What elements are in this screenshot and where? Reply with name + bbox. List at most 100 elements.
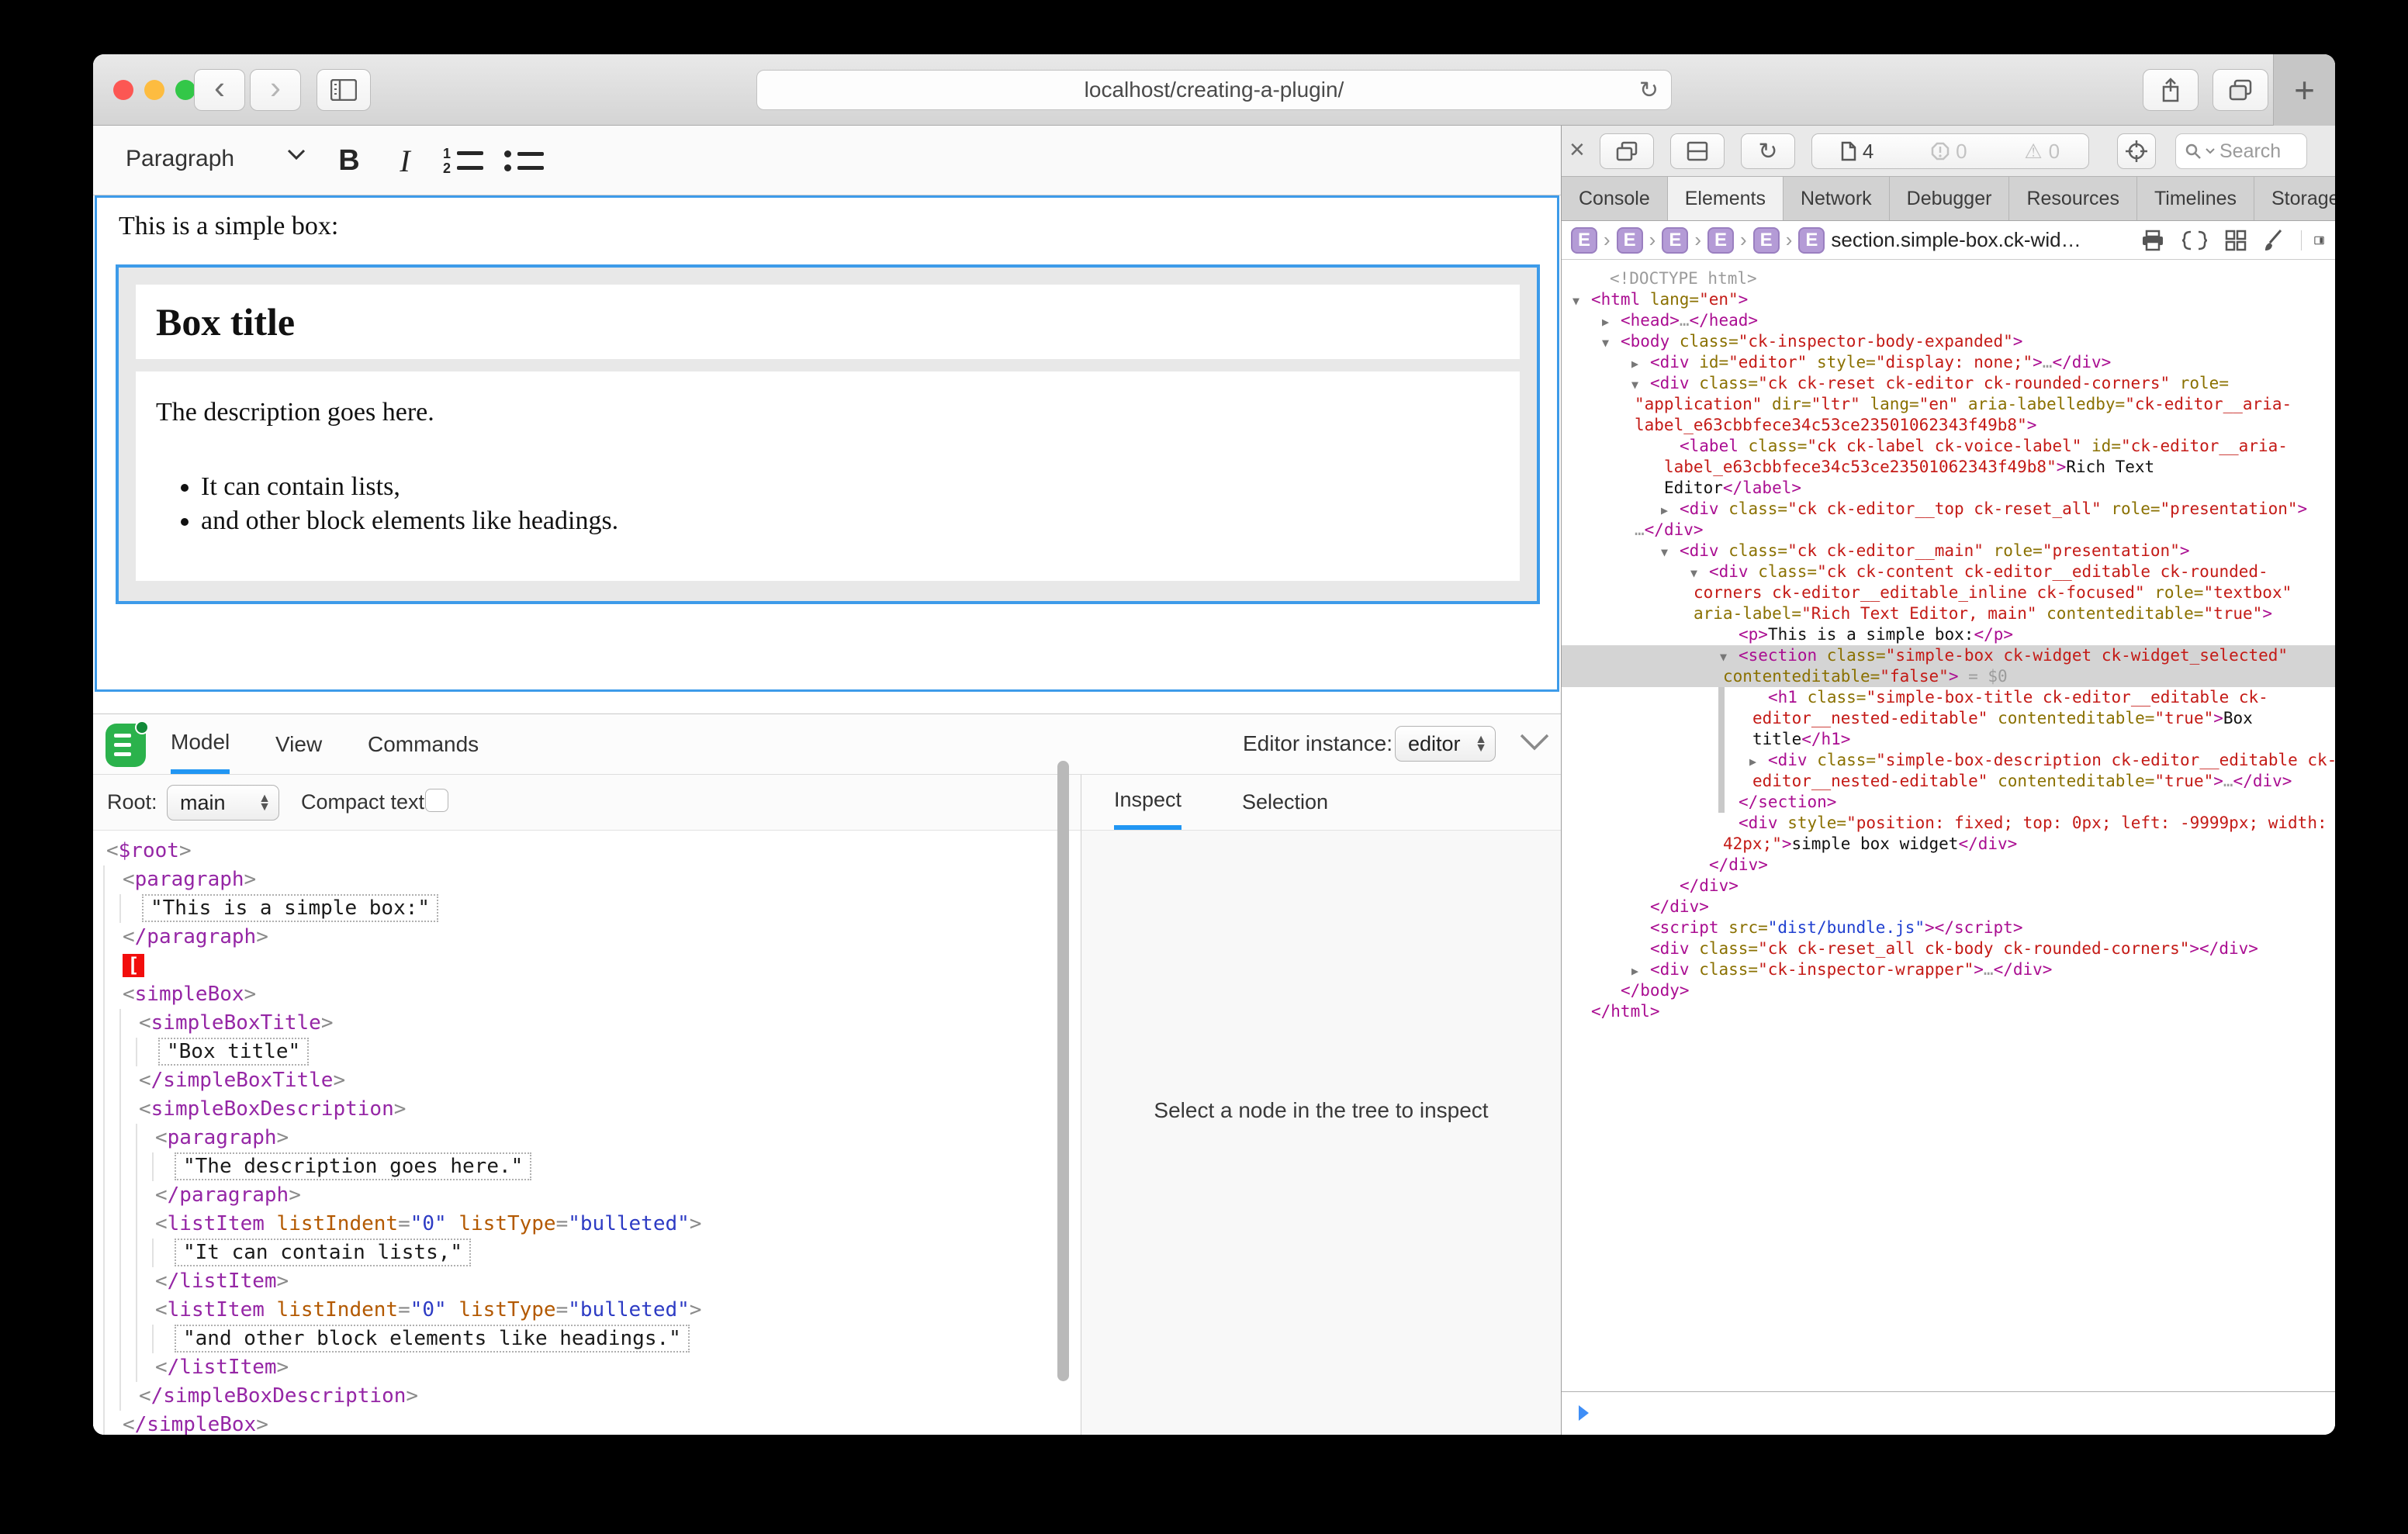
inspector-tab-commands[interactable]: Commands [368, 714, 479, 774]
resource-summary-button[interactable]: 4 0 ⚠ 0 [1811, 133, 2089, 169]
model-tree-line[interactable]: "It can contain lists," [93, 1239, 1081, 1267]
model-tree-line[interactable]: "Box title" [93, 1038, 1081, 1066]
box-list[interactable]: It can contain lists, and other block ele… [175, 472, 618, 541]
devtools-tab-console[interactable]: Console [1562, 177, 1668, 220]
disclosure-open-icon[interactable]: ▼ [1661, 542, 1680, 561]
devtools-source-line[interactable]: ▼<body class="ck-inspector-body-expanded… [1562, 331, 2335, 352]
simple-box-widget[interactable]: Box title The description goes here. It … [116, 264, 1540, 604]
devtools-source-line[interactable]: ▼<html lang="en"> [1562, 289, 2335, 310]
model-tree-line[interactable]: "and other block elements like headings.… [93, 1325, 1081, 1353]
bulleted-list-button[interactable] [496, 140, 551, 181]
numbered-list-button[interactable]: 1 2 [436, 140, 490, 181]
model-tree-line[interactable]: </simpleBoxDescription> [93, 1382, 1081, 1411]
devtools-search-field[interactable]: Search [2175, 133, 2307, 169]
collapse-inspector-icon[interactable] [1519, 733, 1550, 751]
devtools-source-line[interactable]: <div style="position: fixed; top: 0px; l… [1562, 813, 2335, 834]
devtools-source-line[interactable]: ▼<section class="simple-box ck-widget ck… [1562, 645, 2335, 666]
root-select[interactable]: main ▲▼ [167, 785, 279, 821]
devtools-source-line[interactable]: <script src="dist/bundle.js"></script> [1562, 917, 2335, 938]
devtools-source-line[interactable]: label_e63cbbfece34c53ce23501062343f49b8"… [1562, 457, 2335, 478]
console-prompt[interactable] [1562, 1391, 2335, 1435]
paragraph-dropdown[interactable]: Paragraph [126, 146, 234, 172]
devtools-source-line[interactable]: <label class="ck ck-label ck-voice-label… [1562, 436, 2335, 457]
disclosure-closed-icon[interactable]: ▶ [1749, 751, 1768, 771]
devtools-source-line[interactable]: aria-label="Rich Text Editor, main" cont… [1562, 603, 2335, 624]
italic-button[interactable]: I [382, 140, 428, 181]
disclosure-open-icon[interactable]: ▼ [1720, 647, 1739, 666]
model-tree-line[interactable]: <simpleBox> [93, 980, 1081, 1009]
devtools-source-line[interactable]: "application" dir="ltr" lang="en" aria-l… [1562, 394, 2335, 415]
intro-paragraph[interactable]: This is a simple box: [119, 212, 338, 241]
model-tree-line[interactable]: <listItem listIndent="0" listType="bulle… [93, 1296, 1081, 1325]
devtools-source-line[interactable]: </div> [1562, 855, 2335, 876]
disclosure-closed-icon[interactable]: ▶ [1631, 961, 1650, 980]
disclosure-open-icon[interactable]: ▼ [1572, 291, 1591, 310]
devtools-source-line[interactable]: label_e63cbbfece34c53ce23501062343f49b8"… [1562, 415, 2335, 436]
breadcrumb-element-badge[interactable]: E [1617, 227, 1643, 254]
inspect-tab-selection[interactable]: Selection [1242, 775, 1328, 830]
devtools-tab-resources[interactable]: Resources [2009, 177, 2137, 220]
inspect-tab-inspect[interactable]: Inspect [1114, 775, 1182, 830]
devtools-source-line[interactable]: <!DOCTYPE html> [1562, 268, 2335, 289]
disclosure-closed-icon[interactable]: ▶ [1602, 312, 1621, 331]
devtools-source-line[interactable]: editor__nested-editable" contenteditable… [1562, 771, 2335, 792]
tree-scrollbar-thumb[interactable] [1057, 761, 1069, 1381]
devtools-source-line[interactable]: ▶<div class="ck ck-editor__top ck-reset_… [1562, 499, 2335, 520]
devtools-source-line[interactable]: editor__nested-editable" contenteditable… [1562, 708, 2335, 729]
print-icon[interactable] [2141, 230, 2164, 251]
box-list-item[interactable]: and other block elements like headings. [201, 506, 618, 536]
devtools-source-line[interactable]: </section> [1562, 792, 2335, 813]
devtools-tab-debugger[interactable]: Debugger [1890, 177, 2010, 220]
inspector-tab-model[interactable]: Model [171, 714, 230, 774]
model-tree-line[interactable]: "The description goes here." [93, 1152, 1081, 1181]
reload-icon[interactable]: ↻ [1639, 77, 1659, 104]
brush-icon[interactable] [2264, 229, 2284, 252]
tab-overview-button[interactable] [2213, 69, 2268, 111]
simple-box-title-area[interactable]: Box title [136, 285, 1520, 359]
compact-text-checkbox[interactable] [425, 789, 448, 812]
model-tree-line[interactable]: [ [93, 952, 1081, 980]
devtools-source-line[interactable]: </div> [1562, 897, 2335, 917]
new-tab-button[interactable]: + [2273, 54, 2335, 126]
model-tree-line[interactable]: <simpleBoxTitle> [93, 1009, 1081, 1038]
disclosure-closed-icon[interactable]: ▶ [1631, 354, 1650, 373]
code-brackets-icon[interactable] [2181, 230, 2208, 250]
model-tree-line[interactable]: </paragraph> [93, 1181, 1081, 1210]
devtools-source-line[interactable]: ▶<head>…</head> [1562, 310, 2335, 331]
zoom-window-button[interactable] [175, 80, 195, 100]
devtools-dom-source[interactable]: <!DOCTYPE html>▼<html lang="en">▶<head>…… [1562, 264, 2335, 1419]
share-button[interactable] [2143, 69, 2199, 111]
editor-instance-select[interactable]: editor ▲▼ [1395, 726, 1496, 762]
devtools-close-button[interactable]: × [1569, 135, 1585, 165]
grid-icon[interactable] [2225, 230, 2247, 251]
model-tree-line[interactable]: </listItem> [93, 1267, 1081, 1296]
devtools-source-line[interactable]: ▼<div class="ck ck-reset ck-editor ck-ro… [1562, 373, 2335, 394]
model-tree-line[interactable]: </simpleBoxTitle> [93, 1066, 1081, 1095]
forward-button[interactable]: › [250, 69, 301, 111]
back-button[interactable]: ‹ [194, 69, 245, 111]
disclosure-closed-icon[interactable]: ▶ [1661, 500, 1680, 520]
box-list-item[interactable]: It can contain lists, [201, 472, 618, 502]
model-tree-pane[interactable]: <$root><paragraph>"This is a simple box:… [93, 831, 1081, 1435]
box-description[interactable]: The description goes here. [156, 398, 434, 427]
devtools-dock-button[interactable] [1600, 133, 1654, 169]
devtools-source-line[interactable]: title</h1> [1562, 729, 2335, 750]
devtools-tab-timelines[interactable]: Timelines [2137, 177, 2254, 220]
devtools-source-line[interactable]: ▼<div class="ck ck-content ck-editor__ed… [1562, 561, 2335, 582]
sidebar-toggle-button[interactable] [317, 69, 371, 111]
devtools-source-line[interactable]: contenteditable="false"> = $0 [1562, 666, 2335, 687]
model-tree-line[interactable]: <simpleBoxDescription> [93, 1095, 1081, 1124]
breadcrumb-element-badge[interactable]: E [1662, 227, 1688, 254]
devtools-tab-network[interactable]: Network [1784, 177, 1890, 220]
devtools-tab-elements[interactable]: Elements [1668, 177, 1784, 220]
devtools-split-button[interactable] [1670, 133, 1725, 169]
model-tree-line[interactable]: "This is a simple box:" [93, 894, 1081, 923]
devtools-source-line[interactable]: corners ck-editor__editable_inline ck-fo… [1562, 582, 2335, 603]
model-tree-line[interactable]: </simpleBox> [93, 1411, 1081, 1435]
devtools-source-line[interactable]: <div class="ck ck-reset_all ck-body ck-r… [1562, 938, 2335, 959]
box-title[interactable]: Box title [156, 299, 295, 344]
inspector-tab-view[interactable]: View [275, 714, 322, 774]
disclosure-open-icon[interactable]: ▼ [1690, 563, 1709, 582]
devtools-source-line[interactable]: Editor</label> [1562, 478, 2335, 499]
element-picker-button[interactable] [2117, 133, 2156, 169]
